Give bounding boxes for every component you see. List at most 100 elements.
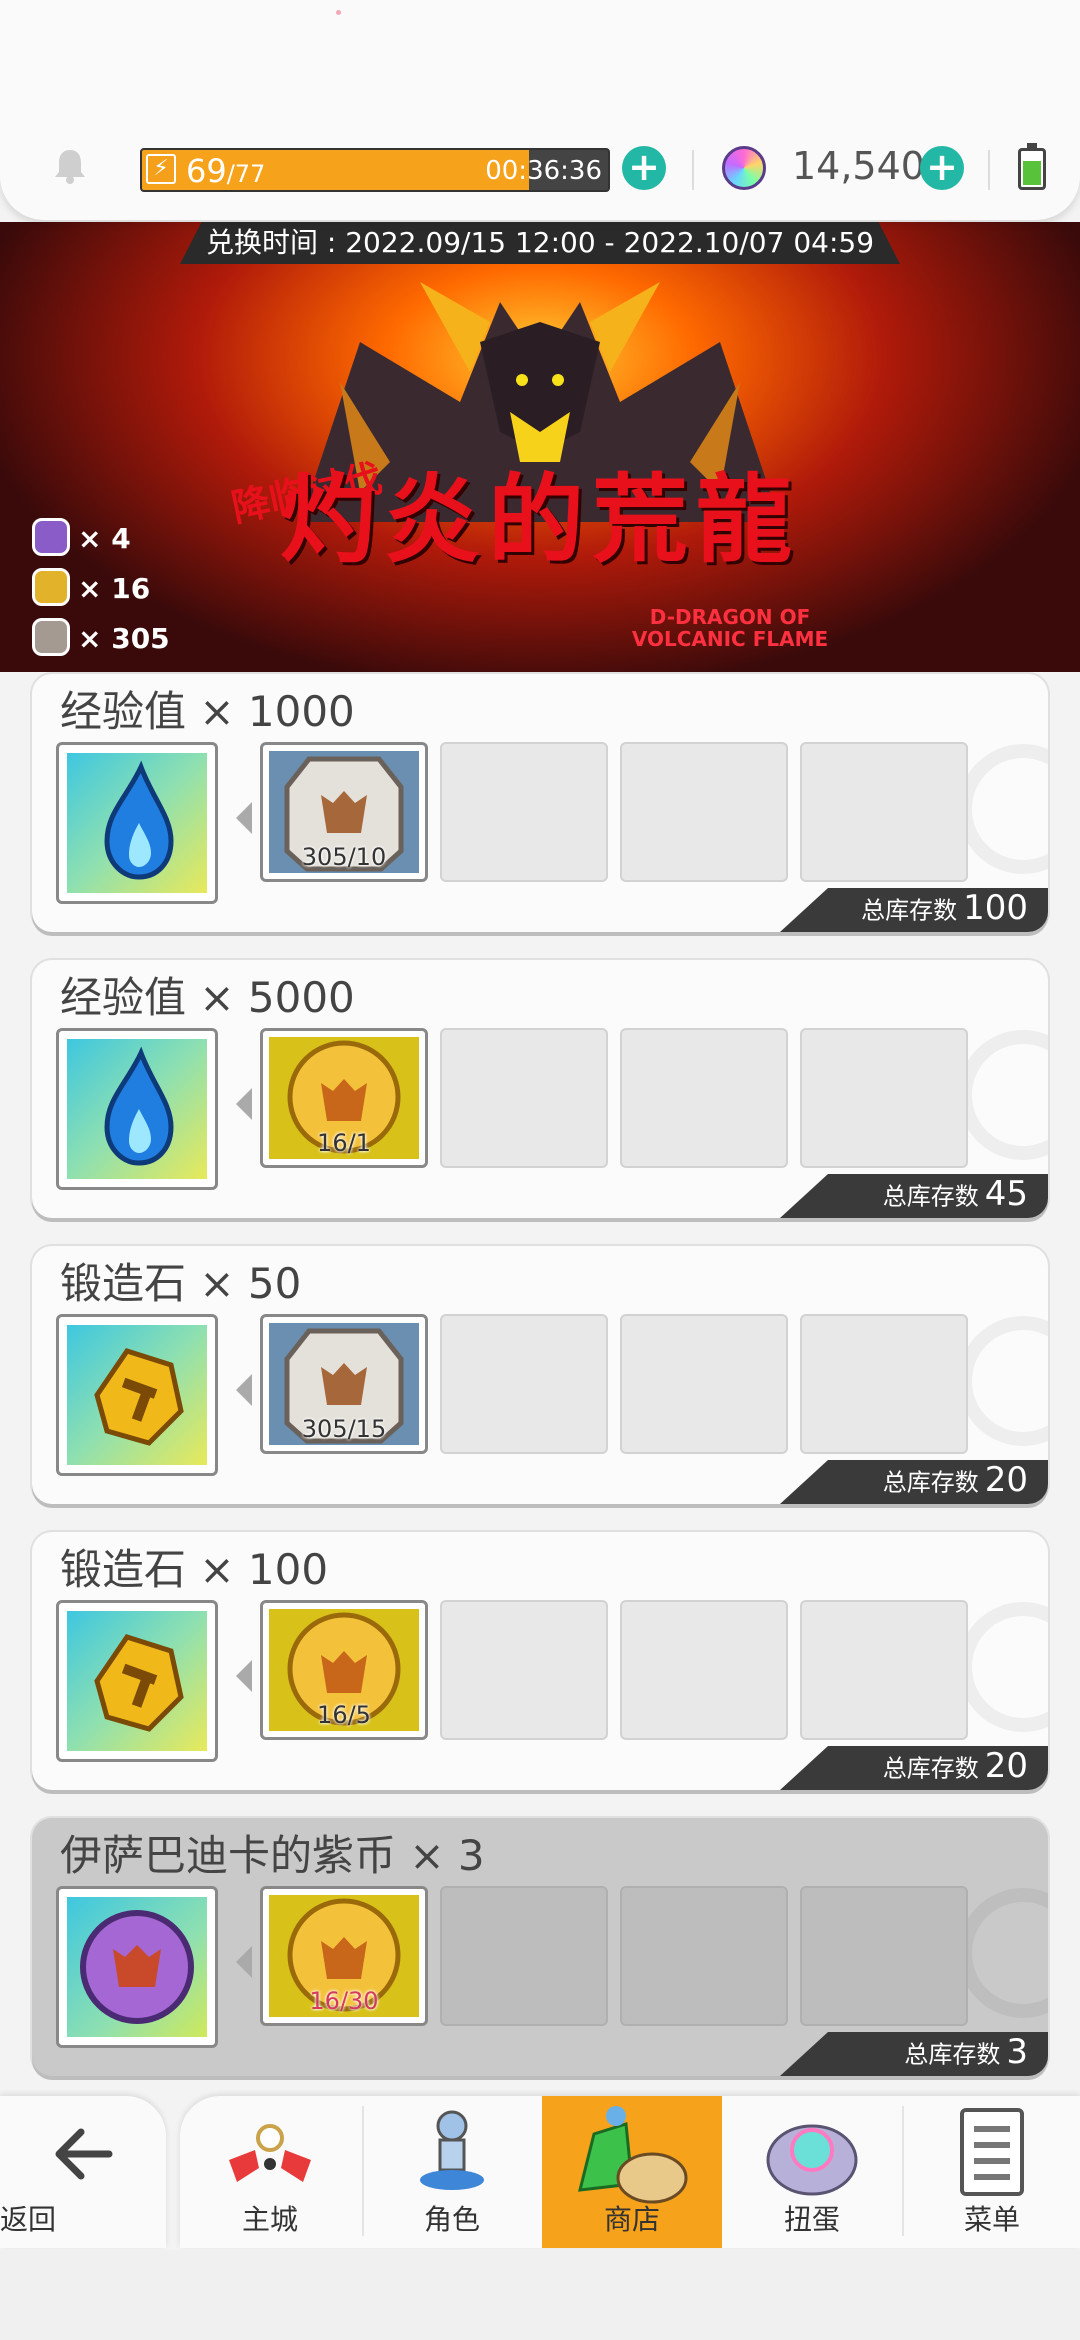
stamina-max: /77: [226, 160, 266, 188]
nav-town[interactable]: 主城: [180, 2096, 360, 2248]
cost-slot[interactable]: 305/10: [260, 742, 428, 882]
item-title: 锻造石 × 50: [60, 1259, 302, 1308]
top-status-bar: ⚡ 69/77 00:36:36 + 14,540 +: [0, 0, 1080, 220]
nav-character[interactable]: 角色: [364, 2096, 540, 2248]
purple-coin-icon: [67, 1910, 207, 2041]
empty-slot: [440, 1886, 608, 2026]
menu-list-icon: [960, 2108, 1024, 2196]
nav-label: 商店: [603, 2203, 660, 2236]
cost-slot[interactable]: 305/15: [260, 1314, 428, 1454]
empty-slot: [620, 1028, 788, 1168]
back-button[interactable]: 返回: [0, 2096, 166, 2248]
empty-slot: [800, 1600, 968, 1740]
nav-tabs: 主城 角色 商店 扭蛋 菜单: [180, 2096, 1080, 2248]
stock-value: 20: [984, 1460, 1028, 1500]
cost-slot[interactable]: 16/30: [260, 1886, 428, 2026]
card-decoration: [958, 744, 1048, 874]
exchange-arrow-icon: [236, 1374, 252, 1406]
cost-slot[interactable]: 16/1: [260, 1028, 428, 1168]
forge-stone-icon: [67, 1634, 207, 1755]
blue-flame-icon: [67, 760, 207, 897]
stamina-bar: ⚡ 69/77 00:36:36: [140, 148, 610, 192]
exchange-card[interactable]: 锻造石 × 100 16/5 总库存数 20: [32, 1532, 1048, 1790]
card-decoration: [958, 1316, 1048, 1446]
nav-shop[interactable]: 商店: [542, 2096, 722, 2248]
cost-count: 16/5: [317, 1701, 371, 1729]
nav-label: 扭蛋: [783, 2203, 840, 2236]
coin-count: × 4: [78, 522, 131, 555]
divider: [988, 150, 990, 190]
empty-slot: [620, 1600, 788, 1740]
reward-slot[interactable]: [56, 1600, 218, 1762]
empty-slot: [620, 1314, 788, 1454]
nav-label: 主城: [241, 2203, 298, 2236]
bell-icon[interactable]: [50, 146, 90, 186]
empty-slot: [440, 1314, 608, 1454]
stock-label: 总库存数: [904, 2040, 1001, 2069]
stock-label: 总库存数: [882, 1754, 979, 1783]
system-bar: [0, 2250, 1080, 2340]
coin-count: × 16: [78, 572, 151, 605]
divider: [692, 150, 694, 190]
item-title: 经验值 × 5000: [60, 973, 355, 1022]
exchange-card[interactable]: 经验值 × 5000 16/1 总库存数 45: [32, 960, 1048, 1218]
empty-slot: [440, 1028, 608, 1168]
cost-count: 305/10: [301, 843, 387, 871]
stock-value: 3: [1006, 2032, 1028, 2072]
back-arrow-icon: [55, 2128, 113, 2180]
exchange-time: 兑换时间 : 2022.09/15 12:00 - 2022.10/07 04:…: [180, 222, 900, 264]
empty-slot: [800, 1886, 968, 2026]
add-gems-button[interactable]: +: [920, 146, 964, 190]
back-label: 返回: [0, 2203, 57, 2236]
add-stamina-button[interactable]: +: [622, 146, 666, 190]
reward-slot[interactable]: [56, 1028, 218, 1190]
cost-count: 16/1: [317, 1129, 371, 1157]
cost-count: 16/30: [309, 1987, 379, 2015]
stock-label: 总库存数: [861, 896, 958, 925]
item-title: 伊萨巴迪卡的紫币 × 3: [60, 1831, 485, 1880]
empty-slot: [440, 1600, 608, 1740]
purple-coin-icon: [32, 518, 70, 556]
blue-flame-icon: [67, 1046, 207, 1183]
forge-stone-icon: [67, 1348, 207, 1469]
gem-count: 14,540: [792, 144, 925, 188]
exchange-card[interactable]: 伊萨巴迪卡的紫币 × 3 16/30 总库存数 3: [32, 1818, 1048, 2076]
reward-slot[interactable]: [56, 1314, 218, 1476]
status-dot: [336, 10, 341, 15]
banner-title: 灼炎的荒龍: [280, 463, 800, 576]
lightning-icon: ⚡: [146, 154, 176, 184]
reward-slot[interactable]: [56, 742, 218, 904]
exchange-arrow-icon: [236, 802, 252, 834]
stock-tab: 总库存数 100: [780, 888, 1048, 932]
nav-gacha[interactable]: 扭蛋: [724, 2096, 900, 2248]
empty-slot: [800, 1028, 968, 1168]
stamina-current: 69: [186, 152, 227, 190]
cost-slot[interactable]: 16/5: [260, 1600, 428, 1740]
bottom-nav: 返回 主城 角色 商店 扭蛋 菜单: [0, 2096, 1080, 2248]
battery-icon: [1018, 143, 1046, 190]
stock-tab: 总库存数 3: [780, 2032, 1048, 2076]
empty-slot: [800, 742, 968, 882]
event-banner: 兑换时间 : 2022.09/15 12:00 - 2022.10/07 04:…: [0, 222, 1080, 672]
exchange-arrow-icon: [236, 1088, 252, 1120]
exchange-card[interactable]: 锻造石 × 50 305/15 总库存数 20: [32, 1246, 1048, 1504]
gem-icon: [722, 146, 766, 190]
stamina-timer: 00:36:36: [485, 156, 602, 186]
exchange-card[interactable]: 经验值 × 1000 305/10 总库存数 100: [32, 674, 1048, 932]
character-icon: [420, 2110, 484, 2190]
item-title: 锻造石 × 100: [60, 1545, 329, 1594]
cost-count: 305/15: [301, 1415, 387, 1443]
exchange-arrow-icon: [236, 1660, 252, 1692]
card-decoration: [958, 1602, 1048, 1732]
nav-menu[interactable]: 菜单: [904, 2096, 1080, 2248]
item-title: 经验值 × 1000: [60, 687, 355, 736]
stock-value: 100: [963, 888, 1028, 928]
stock-value: 45: [984, 1174, 1028, 1214]
gold-coin-icon: [32, 568, 70, 606]
empty-slot: [800, 1314, 968, 1454]
reward-slot[interactable]: [56, 1886, 218, 2048]
exchange-arrow-icon: [236, 1946, 252, 1978]
card-decoration: [958, 1030, 1048, 1160]
card-decoration: [958, 1888, 1048, 2018]
empty-slot: [620, 742, 788, 882]
